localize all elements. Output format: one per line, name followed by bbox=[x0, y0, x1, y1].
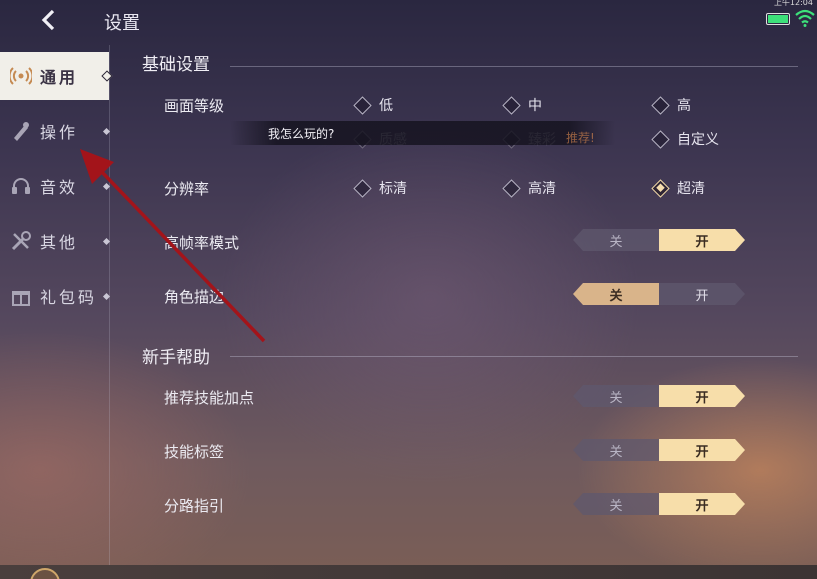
quality-option-low[interactable]: 低 bbox=[353, 95, 393, 115]
skill-tags-label: 技能标签 bbox=[164, 443, 225, 461]
resolution-option-hd[interactable]: 高清 bbox=[502, 178, 556, 198]
tools-icon bbox=[10, 230, 32, 252]
gift-icon bbox=[10, 285, 32, 307]
chevron-left-icon bbox=[41, 9, 55, 31]
battery-icon bbox=[766, 13, 790, 25]
radio-signal-icon bbox=[10, 65, 32, 87]
resolution-label: 分辨率 bbox=[164, 180, 210, 198]
resolution-option-uhd[interactable]: 超清 bbox=[651, 178, 705, 198]
quality-option-custom[interactable]: 自定义 bbox=[651, 129, 719, 149]
page-title: 设置 bbox=[104, 13, 140, 34]
back-button[interactable] bbox=[36, 6, 64, 34]
skill-points-toggle[interactable]: 关 开 bbox=[573, 385, 745, 407]
toggle-off-option[interactable]: 关 bbox=[573, 283, 659, 305]
high-fps-toggle[interactable]: 关 开 bbox=[573, 229, 745, 251]
sidebar-item-gift-code[interactable]: 礼包码 bbox=[0, 272, 109, 320]
outline-toggle[interactable]: 关 开 bbox=[573, 283, 745, 305]
bottom-strip bbox=[0, 565, 817, 579]
toggle-on-option[interactable]: 开 bbox=[659, 385, 745, 407]
sidebar-item-other[interactable]: 其他 bbox=[0, 217, 109, 265]
toggle-off-option[interactable]: 关 bbox=[573, 385, 659, 407]
section-title-basic: 基础设置 bbox=[142, 55, 210, 75]
sidebar-item-label: 操作 bbox=[40, 123, 79, 142]
toggle-off-option[interactable]: 关 bbox=[573, 493, 659, 515]
toggle-on-option[interactable]: 开 bbox=[659, 493, 745, 515]
resolution-option-sd[interactable]: 标清 bbox=[353, 178, 407, 198]
pen-icon bbox=[10, 120, 32, 142]
sidebar-item-controls[interactable]: 操作 bbox=[0, 107, 109, 155]
skill-tags-toggle[interactable]: 关 开 bbox=[573, 439, 745, 461]
high-fps-label: 高帧率模式 bbox=[164, 234, 240, 252]
wifi-icon bbox=[795, 9, 815, 27]
status-time: 上午12:04 bbox=[773, 0, 813, 7]
recommend-badge: 推荐! bbox=[566, 131, 595, 145]
quality-label: 画面等级 bbox=[164, 97, 225, 115]
section-rule bbox=[230, 66, 798, 67]
sidebar-item-label: 音效 bbox=[40, 178, 79, 197]
sidebar-item-label: 其他 bbox=[40, 233, 79, 252]
toggle-on-option[interactable]: 开 bbox=[659, 229, 745, 251]
headphones-icon bbox=[10, 175, 32, 197]
quality-option-medium[interactable]: 中 bbox=[502, 95, 542, 115]
quality-option-high[interactable]: 高 bbox=[651, 95, 691, 115]
sidebar-item-general[interactable]: 通用 bbox=[0, 52, 109, 100]
toggle-on-option[interactable]: 开 bbox=[659, 439, 745, 461]
toggle-off-option[interactable]: 关 bbox=[573, 229, 659, 251]
toggle-on-option[interactable]: 开 bbox=[659, 283, 745, 305]
sidebar-item-label: 礼包码 bbox=[40, 288, 98, 307]
toggle-off-option[interactable]: 关 bbox=[573, 439, 659, 461]
section-title-newbie: 新手帮助 bbox=[142, 348, 210, 368]
sidebar-divider bbox=[109, 45, 110, 579]
lane-guide-toggle[interactable]: 关 开 bbox=[573, 493, 745, 515]
sidebar-item-sound[interactable]: 音效 bbox=[0, 162, 109, 210]
outline-label: 角色描边 bbox=[164, 288, 225, 306]
section-rule bbox=[230, 356, 798, 357]
sidebar-item-label: 通用 bbox=[40, 68, 79, 87]
lane-guide-label: 分路指引 bbox=[164, 497, 225, 515]
tooltip-text: 我怎么玩的? bbox=[268, 127, 335, 141]
skill-points-label: 推荐技能加点 bbox=[164, 389, 255, 407]
